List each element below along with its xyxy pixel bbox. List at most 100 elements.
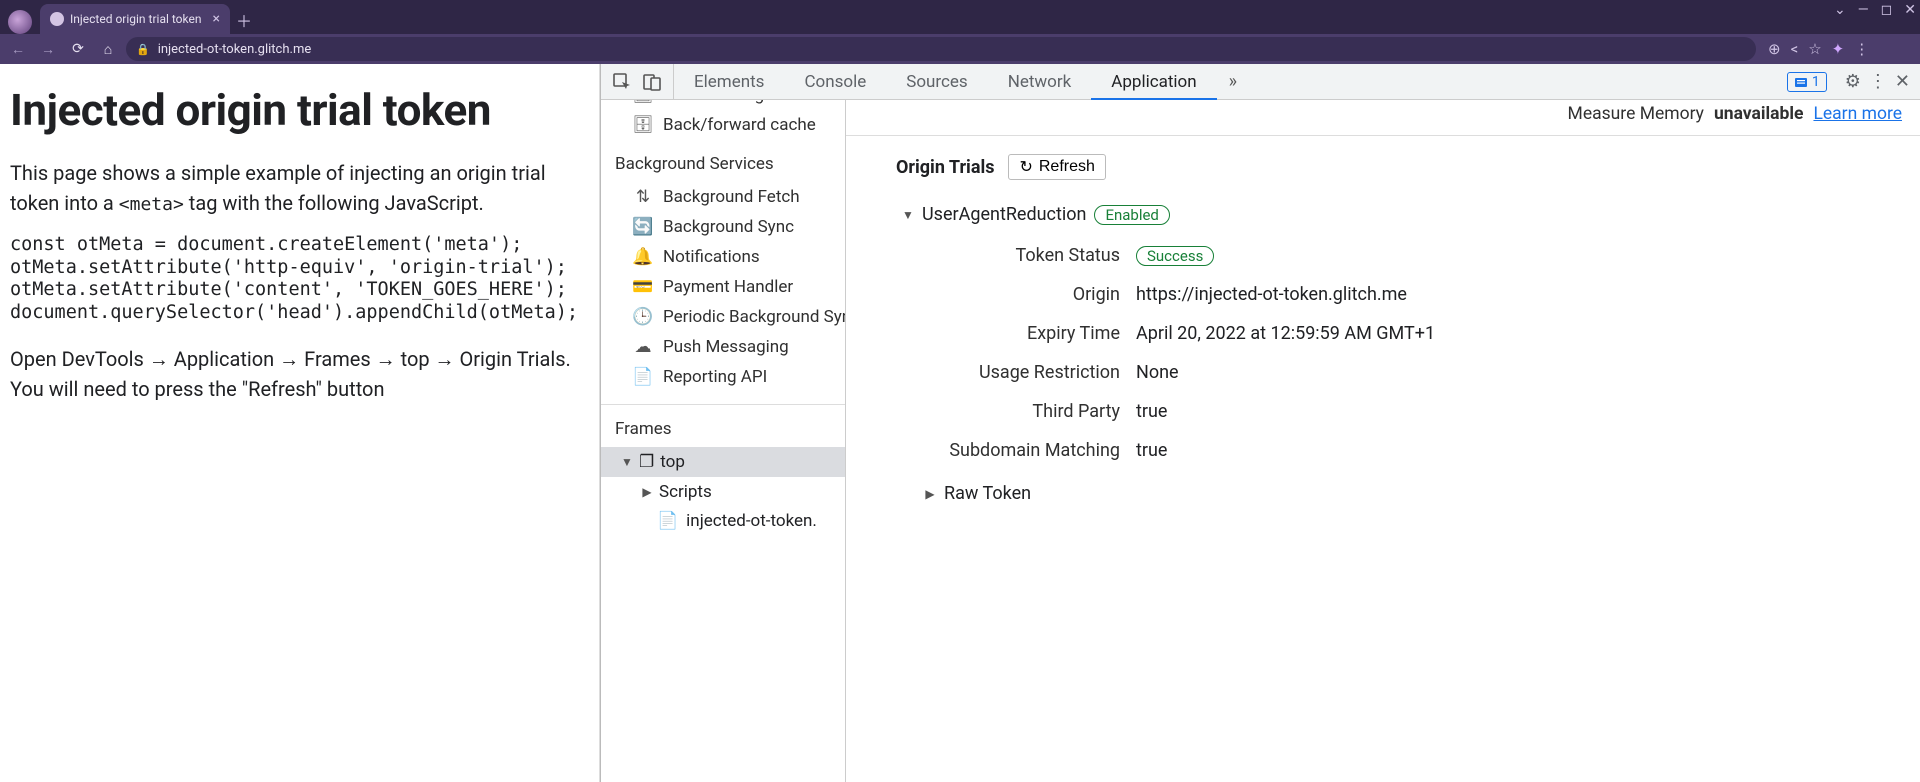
success-badge: Success bbox=[1136, 246, 1214, 266]
bookmark-icon[interactable]: ☆ bbox=[1808, 40, 1821, 58]
content-split: Injected origin trial token This page sh… bbox=[0, 64, 1920, 782]
sidebar-item-label: Background Sync bbox=[663, 217, 794, 237]
tab-favicon bbox=[50, 12, 64, 26]
reload-button[interactable]: ⟳ bbox=[66, 37, 90, 61]
devtools-close-icon[interactable]: ✕ bbox=[1895, 71, 1910, 92]
field-val-token-status: Success bbox=[1136, 245, 1920, 266]
measure-memory-row: Measure Memory unavailable Learn more bbox=[846, 100, 1920, 136]
devtools: Elements Console Sources Network Applica… bbox=[600, 64, 1920, 782]
intro-paragraph: This page shows a simple example of inje… bbox=[10, 158, 589, 218]
settings-icon[interactable]: ⚙ bbox=[1845, 71, 1861, 92]
tab-close-icon[interactable]: × bbox=[213, 11, 220, 27]
devtools-menu-icon[interactable]: ⋮ bbox=[1869, 71, 1887, 92]
lock-icon: 🔒 bbox=[136, 43, 150, 56]
window-icon: ❐ bbox=[639, 452, 654, 472]
disclosure-triangle-icon[interactable]: ▶ bbox=[924, 487, 936, 501]
devtools-right: ⚙ ⋮ ✕ bbox=[1835, 71, 1920, 92]
document-icon: 📄 bbox=[633, 367, 653, 387]
page-title: Injected origin trial token bbox=[10, 84, 589, 136]
trial-name: UserAgentReduction bbox=[922, 204, 1086, 225]
sidebar-item-label: Back/forward cache bbox=[663, 115, 816, 135]
sidebar-item-reporting-api[interactable]: 📄Reporting API bbox=[601, 362, 845, 392]
browser-chrome: Injected origin trial token × ＋ ⌄ — ◻ ✕ … bbox=[0, 0, 1920, 64]
tabs-overflow-icon[interactable]: » bbox=[1217, 64, 1249, 99]
page-content: Injected origin trial token This page sh… bbox=[0, 64, 600, 782]
issues-count: 1 bbox=[1812, 74, 1820, 90]
origin-trials-title: Origin Trials bbox=[896, 157, 994, 178]
frames-top-label: top bbox=[660, 452, 685, 472]
sidebar-item-payment-handler[interactable]: 💳Payment Handler bbox=[601, 272, 845, 302]
window-controls: ⌄ — ◻ ✕ bbox=[1834, 2, 1916, 18]
frames-file[interactable]: 📄 injected-ot-token. bbox=[601, 507, 845, 535]
raw-token-row[interactable]: ▶ Raw Token bbox=[846, 479, 1920, 504]
back-button[interactable]: ← bbox=[6, 37, 30, 61]
sidebar-item-label: Periodic Background Sync bbox=[663, 307, 846, 327]
field-key-subdomain: Subdomain Matching bbox=[846, 440, 1136, 461]
refresh-button[interactable]: ↻ Refresh bbox=[1008, 154, 1105, 180]
sidebar-item-label: Push Messaging bbox=[663, 337, 789, 357]
devtools-body: 🗄Cache Storage 🗄 Back/forward cache Backg… bbox=[601, 100, 1920, 782]
frames-top[interactable]: ▼ ❐ top bbox=[601, 447, 845, 477]
field-key-usage: Usage Restriction bbox=[846, 362, 1136, 383]
refresh-label: Refresh bbox=[1039, 158, 1095, 176]
inspect-icon[interactable] bbox=[607, 67, 637, 97]
devtools-toolbar: Elements Console Sources Network Applica… bbox=[601, 64, 1920, 100]
sync-icon: 🔄 bbox=[633, 217, 653, 237]
disclosure-triangle-icon[interactable]: ▶ bbox=[641, 485, 653, 499]
sidebar-item-label: Background Fetch bbox=[663, 187, 800, 207]
sidebar-item-label: Notifications bbox=[663, 247, 760, 267]
zoom-icon[interactable]: ⊕ bbox=[1768, 40, 1781, 58]
minimize-icon[interactable]: — bbox=[1858, 2, 1869, 18]
field-key-expiry: Expiry Time bbox=[846, 323, 1136, 344]
sidebar-item-notifications[interactable]: 🔔 Notifications bbox=[601, 242, 845, 272]
frames-scripts[interactable]: ▶ Scripts bbox=[601, 477, 845, 507]
maximize-icon[interactable]: ◻ bbox=[1881, 2, 1893, 18]
share-icon[interactable]: < bbox=[1791, 40, 1799, 58]
tab-elements[interactable]: Elements bbox=[674, 64, 784, 99]
sidebar-item-bg-fetch[interactable]: ⇅ Background Fetch bbox=[601, 182, 845, 212]
sidebar-section-frames: Frames bbox=[601, 405, 845, 447]
home-button[interactable]: ⌂ bbox=[96, 37, 120, 61]
sidebar-section-bg-services: Background Services bbox=[601, 140, 845, 182]
clock-icon: 🕒 bbox=[633, 307, 653, 327]
sidebar-item-push-messaging[interactable]: ☁Push Messaging bbox=[601, 332, 845, 362]
tab-title: Injected origin trial token bbox=[70, 12, 201, 26]
field-key-third-party: Third Party bbox=[846, 401, 1136, 422]
learn-more-link[interactable]: Learn more bbox=[1813, 104, 1902, 124]
disclosure-triangle-icon[interactable]: ▼ bbox=[902, 208, 914, 222]
forward-button[interactable]: → bbox=[36, 37, 60, 61]
fetch-icon: ⇅ bbox=[633, 187, 653, 207]
sidebar-item-bg-sync[interactable]: 🔄 Background Sync bbox=[601, 212, 845, 242]
bell-icon: 🔔 bbox=[633, 247, 653, 267]
address-bar[interactable]: 🔒 injected-ot-token.glitch.me bbox=[126, 37, 1756, 61]
browser-menu-icon[interactable]: ⋮ bbox=[1854, 40, 1869, 58]
enabled-badge: Enabled bbox=[1094, 205, 1169, 225]
tab-network[interactable]: Network bbox=[988, 64, 1092, 99]
measure-memory-value: unavailable bbox=[1714, 104, 1804, 124]
field-val-subdomain: true bbox=[1136, 440, 1920, 461]
tab-strip: Injected origin trial token × ＋ ⌄ — ◻ ✕ bbox=[0, 0, 1920, 34]
profile-avatar[interactable] bbox=[8, 10, 32, 34]
field-val-origin: https://injected-ot-token.glitch.me bbox=[1136, 284, 1920, 305]
extensions-icon[interactable]: ✦ bbox=[1832, 40, 1845, 58]
tab-sources[interactable]: Sources bbox=[886, 64, 987, 99]
field-val-expiry: April 20, 2022 at 12:59:59 AM GMT+1 bbox=[1136, 323, 1920, 344]
sidebar-item-cache-storage[interactable]: 🗄Cache Storage bbox=[601, 100, 845, 110]
tab-search-icon[interactable]: ⌄ bbox=[1834, 2, 1846, 18]
disclosure-triangle-icon[interactable]: ▼ bbox=[621, 455, 633, 469]
device-toggle-icon[interactable] bbox=[637, 67, 667, 97]
issues-badge[interactable]: 1 bbox=[1787, 72, 1827, 92]
sidebar-item-bfcache[interactable]: 🗄 Back/forward cache bbox=[601, 110, 845, 140]
new-tab-button[interactable]: ＋ bbox=[230, 6, 258, 34]
tab-console[interactable]: Console bbox=[784, 64, 886, 99]
close-window-icon[interactable]: ✕ bbox=[1904, 2, 1916, 18]
intro-text-b: tag with the following JavaScript. bbox=[184, 191, 484, 215]
browser-tab[interactable]: Injected origin trial token × bbox=[40, 4, 230, 34]
tab-application[interactable]: Application bbox=[1091, 64, 1216, 99]
document-icon: 📄 bbox=[657, 511, 678, 531]
sidebar-item-label: Payment Handler bbox=[663, 277, 793, 297]
sidebar-item-periodic-bg-sync[interactable]: 🕒 Periodic Background Sync bbox=[601, 302, 845, 332]
devtools-tabs: Elements Console Sources Network Applica… bbox=[674, 64, 1787, 99]
database-icon: 🗄 bbox=[633, 115, 653, 135]
trial-row[interactable]: ▼ UserAgentReduction Enabled bbox=[846, 190, 1920, 243]
